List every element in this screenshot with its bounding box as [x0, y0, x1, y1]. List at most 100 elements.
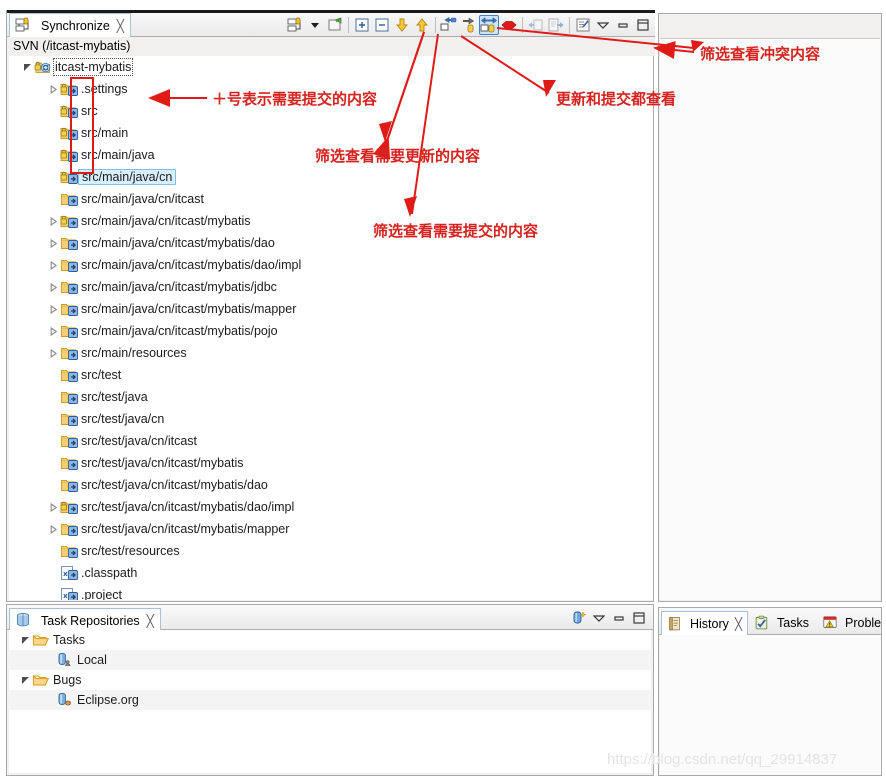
project-sync-locked-icon	[34, 58, 52, 76]
tree-row[interactable]: src/main/java/cn/itcast/mybatis/dao	[9, 232, 653, 254]
twisty-expanded-icon[interactable]	[19, 669, 32, 691]
tab-tasks[interactable]: Tasks	[749, 611, 814, 635]
tree-row[interactable]: src/main	[9, 122, 653, 144]
maximize-view-icon[interactable]	[629, 608, 649, 628]
filter-outgoing-mode-icon[interactable]	[459, 15, 479, 35]
task-repositories-toolbar	[569, 608, 649, 628]
tab-proble[interactable]: Proble	[817, 611, 886, 635]
twisty-collapsed-icon[interactable]	[47, 518, 60, 540]
collapse-all-icon[interactable]	[372, 15, 392, 35]
twisty-collapsed-icon[interactable]	[47, 320, 60, 342]
tree-row[interactable]: .settings	[9, 78, 653, 100]
twisty-collapsed-icon[interactable]	[47, 496, 60, 518]
tree-row-label: src/main/java/cn	[78, 169, 177, 185]
close-icon[interactable]: ╳	[145, 615, 154, 627]
twisty-collapsed-icon[interactable]	[47, 254, 60, 276]
twisty-collapsed-icon[interactable]	[47, 342, 60, 364]
tree-row[interactable]: src/main/resources	[9, 342, 653, 364]
toolbar-separator	[522, 17, 523, 33]
tree-row[interactable]: src/test/java	[9, 386, 653, 408]
minimize-view-icon[interactable]	[609, 608, 629, 628]
tree-row-label: src/main	[81, 126, 129, 140]
chevron-down-icon[interactable]	[305, 15, 325, 35]
view-menu-icon[interactable]	[573, 15, 593, 35]
add-task-repository-icon[interactable]	[569, 608, 589, 628]
pin-view-icon[interactable]	[325, 15, 345, 35]
tab-synchronize-label: Synchronize	[41, 18, 110, 33]
tree-row-label: src/main/java/cn/itcast/mybatis/dao	[81, 236, 275, 250]
filter-both-mode-icon[interactable]	[479, 15, 499, 35]
synchronize-mode-icon[interactable]	[285, 15, 305, 35]
tree-row-label: src/test/java/cn/itcast/mybatis/dao/impl	[81, 500, 295, 514]
list-item-label: Local	[77, 653, 107, 667]
filter-conflicts-mode-icon[interactable]	[499, 15, 519, 35]
view-dropdown-icon[interactable]	[589, 608, 609, 628]
folder-outgoing-icon	[60, 190, 78, 208]
tree-row[interactable]: src/test	[9, 364, 653, 386]
tree-row[interactable]: itcast-mybatis	[9, 56, 653, 78]
list-item[interactable]: Tasks	[9, 630, 651, 650]
tree-row-label: src/main/java/cn/itcast	[81, 192, 204, 206]
tree-row[interactable]: src/main/java	[9, 144, 653, 166]
close-icon[interactable]: ╳	[115, 20, 124, 32]
toolbar-separator	[569, 17, 570, 33]
twisty-empty	[47, 364, 60, 386]
tree-row[interactable]: src/test/java/cn/itcast/mybatis/dao/impl	[9, 496, 653, 518]
breadcrumb: SVN (/itcast-mybatis)	[7, 37, 655, 56]
tree-row[interactable]: src/main/java/cn/itcast/mybatis/pojo	[9, 320, 653, 342]
list-item[interactable]: Eclipse.org	[9, 690, 651, 710]
tree-row[interactable]: src/test/resources	[9, 540, 653, 562]
remove-from-view-icon[interactable]	[526, 15, 546, 35]
filter-incoming-mode-icon[interactable]	[439, 15, 459, 35]
view-dropdown-icon[interactable]	[593, 15, 613, 35]
tree-row[interactable]: src/main/java/cn	[9, 166, 653, 188]
close-icon[interactable]: ╳	[733, 618, 742, 630]
twisty-collapsed-icon[interactable]	[47, 210, 60, 232]
svg-text:x: x	[63, 569, 68, 578]
tree-row[interactable]: src/test/java/cn	[9, 408, 653, 430]
list-item[interactable]: Local	[9, 650, 651, 670]
tree-row[interactable]: src/test/java/cn/itcast/mybatis	[9, 452, 653, 474]
tree-row[interactable]: src/test/java/cn/itcast/mybatis/dao	[9, 474, 653, 496]
folder-outgoing-icon	[60, 454, 78, 472]
list-item-label: Eclipse.org	[77, 693, 139, 707]
folder-outgoing-icon	[60, 234, 78, 252]
folder-outgoing-locked-icon	[60, 498, 78, 516]
tab-label: Proble	[845, 616, 882, 630]
tree-row[interactable]: src/test/java/cn/itcast	[9, 430, 653, 452]
synchronize-tree[interactable]: itcast-mybatis .settings src src/main src/ma…	[9, 56, 653, 600]
next-change-icon[interactable]	[392, 15, 412, 35]
tab-synchronize[interactable]: Synchronize ╳	[9, 13, 132, 37]
tree-row[interactable]: src/main/java/cn/itcast	[9, 188, 653, 210]
tree-row[interactable]: src	[9, 100, 653, 122]
twisty-expanded-icon[interactable]	[21, 56, 34, 78]
twisty-empty	[47, 408, 60, 430]
tab-history[interactable]: History ╳	[661, 611, 749, 635]
twisty-empty	[47, 452, 60, 474]
tree-row[interactable]: src/main/java/cn/itcast/mybatis/jdbc	[9, 276, 653, 298]
twisty-collapsed-icon[interactable]	[47, 78, 60, 100]
tree-row[interactable]: src/test/java/cn/itcast/mybatis/mapper	[9, 518, 653, 540]
task-repositories-tree[interactable]: Tasks Local Bugs Eclipse.org	[9, 630, 651, 773]
minimize-view-icon[interactable]	[613, 15, 633, 35]
tree-row-label: src/test/java	[81, 390, 148, 404]
xml-file-outgoing-icon: x	[60, 564, 78, 582]
tree-row[interactable]: src/main/java/cn/itcast/mybatis	[9, 210, 653, 232]
twisty-expanded-icon[interactable]	[19, 629, 32, 651]
task-repositories-tab-strip: Task Repositories ╳	[7, 605, 653, 632]
twisty-collapsed-icon[interactable]	[47, 276, 60, 298]
twisty-collapsed-icon[interactable]	[47, 232, 60, 254]
tree-row[interactable]: x .classpath	[9, 562, 653, 584]
tree-row[interactable]: src/main/java/cn/itcast/mybatis/dao/impl	[9, 254, 653, 276]
open-in-compare-icon[interactable]	[546, 15, 566, 35]
list-item[interactable]: Bugs	[9, 670, 651, 690]
tree-row-label: src/main/java/cn/itcast/mybatis/dao/impl	[81, 258, 302, 272]
expand-all-icon[interactable]	[352, 15, 372, 35]
tree-row[interactable]: x .project	[9, 584, 653, 600]
previous-change-icon[interactable]	[412, 15, 432, 35]
tree-row-label: src/test/java/cn/itcast/mybatis/dao	[81, 478, 268, 492]
maximize-view-icon[interactable]	[633, 15, 653, 35]
tree-row[interactable]: src/main/java/cn/itcast/mybatis/mapper	[9, 298, 653, 320]
twisty-collapsed-icon[interactable]	[47, 298, 60, 320]
folder-outgoing-icon	[60, 476, 78, 494]
